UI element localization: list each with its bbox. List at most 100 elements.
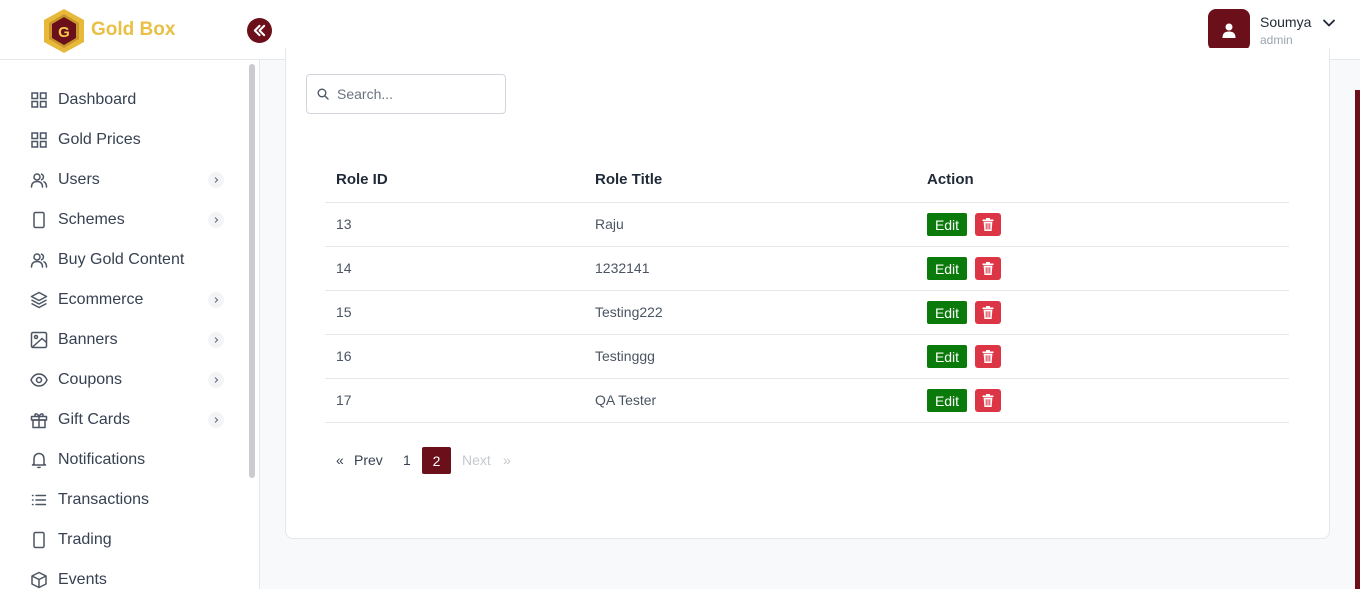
- sidebar-item-notifications[interactable]: Notifications: [0, 440, 240, 480]
- sidebar-item-transactions[interactable]: Transactions: [0, 480, 240, 520]
- sidebar-item-gift-cards[interactable]: Gift Cards: [0, 400, 240, 440]
- column-header-action: Action: [927, 171, 974, 188]
- role-id-cell: 14: [336, 260, 352, 276]
- sidebar-item-label: Banners: [58, 331, 118, 348]
- pagination-next-symbol: »: [503, 452, 511, 468]
- sidebar-item-label: Dashboard: [58, 91, 137, 108]
- sidebar-item-dashboard[interactable]: Dashboard: [0, 80, 240, 120]
- chevron-down-icon[interactable]: [1322, 16, 1336, 30]
- search-icon: [317, 88, 329, 100]
- role-title-cell: QA Tester: [595, 392, 657, 408]
- column-header-role-id[interactable]: Role ID: [336, 171, 388, 188]
- chevron-right-icon: [208, 372, 224, 388]
- trash-icon: [982, 394, 994, 407]
- pagination-prev-symbol[interactable]: «: [336, 452, 344, 468]
- search-input[interactable]: [337, 84, 497, 104]
- chevron-right-icon: [208, 412, 224, 428]
- brand-name[interactable]: Gold Box: [91, 19, 175, 41]
- trash-icon: [982, 306, 994, 319]
- table-divider: [325, 334, 1289, 335]
- sidebar-item-schemes[interactable]: Schemes: [0, 200, 240, 240]
- role-id-cell: 16: [336, 348, 352, 364]
- role-id-cell: 15: [336, 304, 352, 320]
- delete-button[interactable]: [975, 389, 1001, 412]
- edit-button[interactable]: Edit: [927, 213, 967, 236]
- sidebar-item-banners[interactable]: Banners: [0, 320, 240, 360]
- grid-icon: [31, 132, 47, 148]
- eye-icon: [30, 373, 48, 387]
- layers-icon: [30, 291, 48, 309]
- trash-icon: [982, 218, 994, 231]
- sidebar-item-label: Events: [58, 571, 107, 588]
- sidebar-item-users[interactable]: Users: [0, 160, 240, 200]
- sidebar-item-buy-gold-content[interactable]: Buy Gold Content: [0, 240, 240, 280]
- role-title-cell: Testing222: [595, 304, 663, 320]
- delete-button[interactable]: [975, 345, 1001, 368]
- delete-button[interactable]: [975, 213, 1001, 236]
- role-id-cell: 13: [336, 216, 352, 232]
- delete-button[interactable]: [975, 301, 1001, 324]
- table-divider: [325, 246, 1289, 247]
- user-name[interactable]: Soumya: [1260, 14, 1311, 30]
- sidebar-scrollbar[interactable]: [249, 64, 255, 478]
- edit-button[interactable]: Edit: [927, 389, 967, 412]
- sidebar-item-label: Buy Gold Content: [58, 251, 185, 268]
- gift-icon: [30, 413, 48, 429]
- table-divider: [325, 290, 1289, 291]
- sidebar-item-label: Coupons: [58, 371, 123, 388]
- table-divider: [325, 378, 1289, 379]
- pagination-prev-button[interactable]: Prev: [354, 452, 383, 468]
- pagination-page-1[interactable]: 1: [403, 452, 411, 468]
- sidebar-item-label: Trading: [58, 531, 112, 548]
- user-icon: [1222, 23, 1236, 38]
- sidebar-item-label: Gold Prices: [58, 131, 141, 148]
- double-chevron-left-icon: [253, 24, 266, 37]
- sidebar-item-label: Schemes: [58, 211, 125, 228]
- list-icon: [31, 494, 47, 506]
- avatar[interactable]: [1208, 9, 1250, 51]
- tablet-icon: [33, 531, 45, 549]
- sidebar-item-label: Users: [58, 171, 100, 188]
- role-title-cell: Raju: [595, 216, 624, 232]
- sidebar-item-events[interactable]: Events: [0, 560, 240, 589]
- box-icon: [31, 571, 47, 589]
- chevron-right-icon: [208, 212, 224, 228]
- sidebar-item-label: Gift Cards: [58, 411, 131, 428]
- edit-button[interactable]: Edit: [927, 257, 967, 280]
- sidebar-item-gold-prices[interactable]: Gold Prices: [0, 120, 240, 160]
- image-icon: [30, 331, 48, 349]
- role-title-cell: 1232141: [595, 260, 650, 276]
- page-accent-bar: [1355, 90, 1360, 589]
- trash-icon: [982, 262, 994, 275]
- pagination-next-button: Next: [462, 452, 491, 468]
- column-header-role-title[interactable]: Role Title: [595, 171, 662, 188]
- gold-box-logo-icon[interactable]: G: [42, 8, 86, 54]
- table-divider: [325, 202, 1289, 203]
- sidebar-item-ecommerce[interactable]: Ecommerce: [0, 280, 240, 320]
- delete-button[interactable]: [975, 257, 1001, 280]
- role-id-cell: 17: [336, 392, 352, 408]
- trash-icon: [982, 350, 994, 363]
- svg-text:G: G: [58, 24, 70, 41]
- table-divider: [325, 422, 1289, 423]
- collapse-sidebar-button[interactable]: [247, 18, 272, 43]
- chevron-right-icon: [208, 332, 224, 348]
- chevron-right-icon: [208, 292, 224, 308]
- bell-icon: [31, 452, 47, 469]
- tablet-icon: [33, 211, 45, 229]
- role-title-cell: Testinggg: [595, 348, 655, 364]
- edit-button[interactable]: Edit: [927, 301, 967, 324]
- users-icon: [30, 173, 48, 188]
- grid-icon: [31, 92, 47, 108]
- users-icon: [30, 253, 48, 268]
- search-box[interactable]: [306, 74, 506, 114]
- sidebar-item-trading[interactable]: Trading: [0, 520, 240, 560]
- sidebar-item-label: Notifications: [58, 451, 146, 468]
- pagination-page-current[interactable]: 2: [422, 447, 451, 474]
- user-role: admin: [1260, 33, 1293, 47]
- edit-button[interactable]: Edit: [927, 345, 967, 368]
- sidebar-item-label: Transactions: [58, 491, 149, 508]
- sidebar-item-label: Ecommerce: [58, 291, 144, 308]
- chevron-right-icon: [208, 172, 224, 188]
- sidebar-item-coupons[interactable]: Coupons: [0, 360, 240, 400]
